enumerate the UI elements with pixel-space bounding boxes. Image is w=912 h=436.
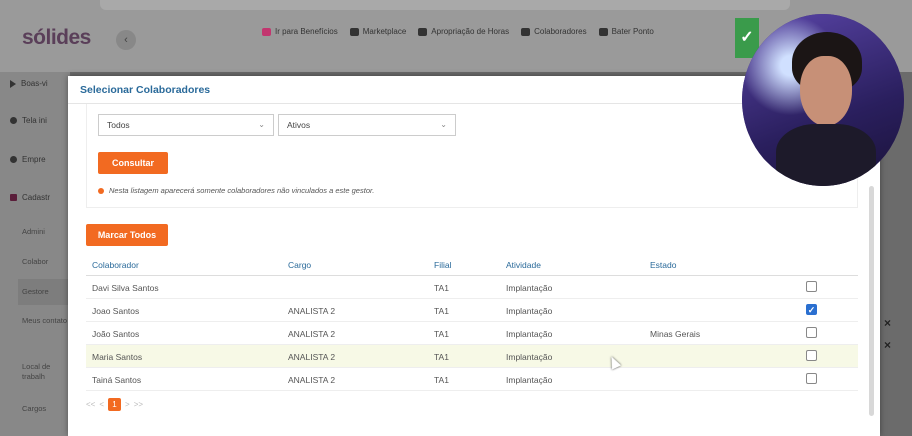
nav-colaboradores[interactable]: Colaboradores [521, 27, 587, 36]
nav-label: Apropriação de Horas [431, 27, 510, 36]
cell-filial: TA1 [434, 329, 449, 339]
sidebar-subitem[interactable]: Cargos [22, 404, 70, 414]
presenter-face [800, 56, 852, 126]
nav-marketplace[interactable]: Marketplace [349, 27, 407, 36]
cell-filial: TA1 [434, 283, 449, 293]
cell-cargo: ANALISTA 2 [288, 375, 336, 385]
cell-atividade: Implantação [506, 352, 553, 362]
presenter-shirt [776, 124, 876, 186]
sidebar-item-empresa[interactable]: Empre [10, 155, 46, 164]
cell-atividade: Implantação [506, 375, 553, 385]
table-row[interactable]: Davi Silva Santos TA1 Implantação [86, 276, 858, 299]
home-icon [10, 117, 17, 124]
top-nav: Ir para Benefícios Marketplace Apropriaç… [262, 27, 654, 36]
column-header-filial[interactable]: Filial [434, 260, 451, 270]
cell-cargo: ANALISTA 2 [288, 306, 336, 316]
column-header-atividade[interactable]: Atividade [506, 260, 541, 270]
cell-filial: TA1 [434, 375, 449, 385]
row-checkbox-checked[interactable]: ✓ [806, 304, 817, 315]
document-icon [521, 27, 531, 36]
sidebar-item-cadastros[interactable]: Cadastr [10, 193, 50, 202]
next-page-button[interactable]: > [125, 400, 130, 409]
status-select-value: Ativos [287, 120, 311, 130]
prev-page-button[interactable]: < [99, 400, 104, 409]
sidebar-subitem[interactable]: Local de trabalh [22, 362, 70, 382]
current-page-button[interactable]: 1 [108, 398, 122, 411]
first-page-button[interactable]: << [86, 400, 95, 409]
row-checkbox[interactable] [806, 281, 817, 292]
top-strip [100, 0, 790, 10]
scope-select[interactable]: Todos ⌄ [98, 114, 274, 136]
sidebar-subitem[interactable]: Admini [22, 227, 70, 237]
sidebar-subitem-active[interactable]: Gestore [18, 279, 70, 305]
register-icon [10, 194, 17, 201]
nav-label: Marketplace [362, 27, 407, 36]
cell-atividade: Implantação [506, 283, 553, 293]
gift-icon [262, 27, 271, 36]
nav-apropriacao-horas[interactable]: Apropriação de Horas [418, 27, 509, 36]
sidebar-item-label: Empre [22, 155, 46, 164]
employees-table: Colaborador Cargo Filial Atividade Estad… [86, 254, 858, 391]
building-icon [10, 156, 17, 163]
table-row[interactable]: João Santos ANALISTA 2 TA1 Implantação M… [86, 322, 858, 345]
consultar-button[interactable]: Consultar [98, 152, 168, 174]
column-header-cargo[interactable]: Cargo [288, 260, 311, 270]
play-icon [10, 79, 16, 88]
column-header-colaborador[interactable]: Colaborador [92, 260, 139, 270]
sidebar-item-boas-vindas[interactable]: Boas-vi [10, 79, 48, 88]
cell-filial: TA1 [434, 306, 449, 316]
cell-atividade: Implantação [506, 329, 553, 339]
table-row[interactable]: Tainá Santos ANALISTA 2 TA1 Implantação [86, 368, 858, 391]
nav-label: Bater Ponto [611, 27, 654, 36]
info-dot-icon [98, 187, 104, 194]
cell-filial: TA1 [434, 352, 449, 362]
column-header-estado[interactable]: Estado [650, 260, 676, 270]
chevron-down-icon: ⌄ [258, 120, 265, 129]
modal-scrollbar[interactable] [869, 186, 874, 416]
cell-atividade: Implantação [506, 306, 553, 316]
cell-colaborador: Maria Santos [92, 352, 143, 362]
cell-colaborador: Joao Santos [92, 306, 140, 316]
close-icon[interactable]: × [884, 316, 891, 330]
users-icon [418, 27, 428, 36]
table-row-hovered[interactable]: Maria Santos ANALISTA 2 TA1 Implantação [86, 345, 858, 368]
marcar-todos-button[interactable]: Marcar Todos [86, 224, 168, 246]
chevron-down-icon: ⌄ [440, 120, 447, 129]
close-icon: × [883, 30, 890, 42]
cell-colaborador: João Santos [92, 329, 140, 339]
sidebar-item-label: Boas-vi [21, 79, 48, 88]
app-logo: sólides [22, 26, 91, 49]
info-note-text: Nesta listagem aparecerá somente colabor… [109, 186, 375, 195]
sidebar-item-label: Cadastr [22, 193, 51, 202]
table-row[interactable]: Joao Santos ANALISTA 2 TA1 Implantação ✓ [86, 299, 858, 322]
sidebar-subitem[interactable]: Meus contato [22, 316, 70, 326]
nav-bater-ponto[interactable]: Bater Ponto [598, 27, 654, 36]
cell-cargo: ANALISTA 2 [288, 329, 336, 339]
info-note: Nesta listagem aparecerá somente colabor… [98, 186, 374, 195]
sidebar-subitem[interactable]: Colabor [22, 257, 70, 267]
status-select[interactable]: Ativos ⌄ [278, 114, 456, 136]
sidebar-collapse-button[interactable]: ‹ [116, 30, 136, 50]
cell-colaborador: Tainá Santos [92, 375, 142, 385]
row-checkbox[interactable] [806, 373, 817, 384]
scope-select-value: Todos [107, 120, 130, 130]
clock-icon [598, 27, 608, 36]
cell-cargo: ANALISTA 2 [288, 352, 336, 362]
cell-estado: Minas Gerais [650, 329, 701, 339]
cart-icon [349, 27, 359, 36]
close-icon[interactable]: × [884, 338, 891, 352]
nav-label: Ir para Benefícios [275, 27, 338, 36]
nav-label: Colaboradores [534, 27, 587, 36]
nav-beneficios[interactable]: Ir para Benefícios [262, 27, 338, 36]
webcam-overlay: × [742, 14, 904, 186]
sidebar-item-tela-inicial[interactable]: Tela ini [10, 116, 47, 125]
row-checkbox[interactable] [806, 350, 817, 361]
row-checkbox[interactable] [806, 327, 817, 338]
last-page-button[interactable]: >> [134, 400, 143, 409]
sidebar-item-label: Tela ini [22, 116, 47, 125]
cell-colaborador: Davi Silva Santos [92, 283, 159, 293]
pagination: << < 1 > >> [86, 398, 143, 411]
modal-title: Selecionar Colaboradores [80, 84, 211, 96]
table-header: Colaborador Cargo Filial Atividade Estad… [86, 254, 858, 276]
